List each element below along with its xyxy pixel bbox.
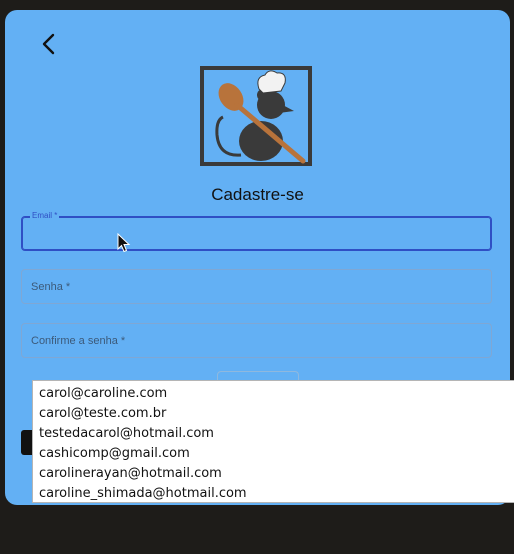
page-title: Cadastre-se (211, 185, 304, 204)
email-autocomplete-dropdown: carol@caroline.com carol@teste.com.br te… (32, 380, 514, 503)
email-field[interactable]: Email * (21, 210, 492, 251)
email-input[interactable] (22, 217, 491, 250)
confirm-password-field[interactable]: Confirme a senha * (21, 323, 492, 358)
autocomplete-option[interactable]: carolinerayan@hotmail.com (33, 464, 514, 484)
confirm-password-placeholder: Confirme a senha * (31, 335, 126, 347)
autocomplete-option[interactable]: carol@caroline.com (33, 384, 514, 404)
autocomplete-option[interactable]: cashicomp@gmail.com (33, 444, 514, 464)
arrow-back-icon (42, 33, 55, 55)
autocomplete-option[interactable]: carol@teste.com.br (33, 404, 514, 424)
chef-rat-logo (200, 66, 312, 166)
autocomplete-option[interactable]: testedacarol@hotmail.com (33, 424, 514, 444)
back-button[interactable] (33, 28, 65, 60)
password-placeholder: Senha * (31, 281, 71, 293)
password-field[interactable]: Senha * (21, 269, 492, 304)
autocomplete-option[interactable]: caroline_shimada@hotmail.com (33, 484, 514, 504)
